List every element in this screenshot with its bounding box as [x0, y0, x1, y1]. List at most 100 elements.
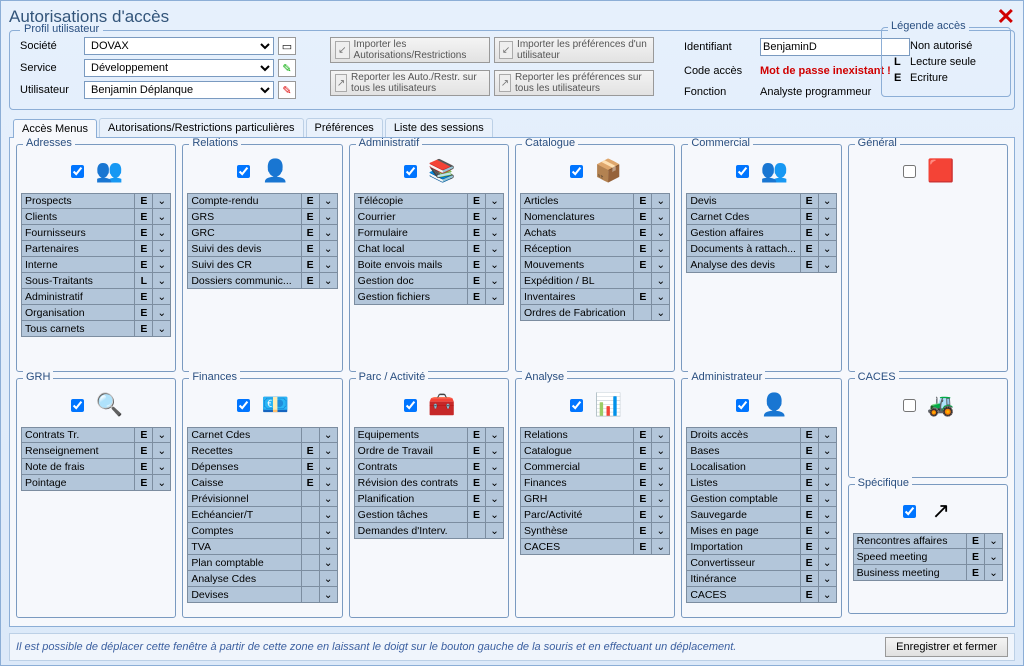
perm-dropdown[interactable]: ⌄	[320, 587, 338, 603]
perm-value[interactable]	[302, 491, 320, 507]
perm-dropdown[interactable]: ⌄	[652, 209, 670, 225]
perm-dropdown[interactable]: ⌄	[320, 273, 338, 289]
perm-value[interactable]: E	[302, 459, 320, 475]
import-pref-button[interactable]: ↙Importer les préférences d'un utilisate…	[494, 37, 654, 63]
perm-value[interactable]: E	[801, 193, 819, 209]
perm-dropdown[interactable]: ⌄	[652, 443, 670, 459]
perm-value[interactable]: E	[801, 571, 819, 587]
edit-icon[interactable]: ✎	[278, 59, 296, 77]
panel-checkbox[interactable]	[903, 399, 916, 412]
perm-value[interactable]: E	[135, 443, 153, 459]
perm-dropdown[interactable]: ⌄	[320, 571, 338, 587]
perm-dropdown[interactable]: ⌄	[320, 427, 338, 443]
perm-dropdown[interactable]: ⌄	[819, 459, 837, 475]
perm-value[interactable]: E	[634, 241, 652, 257]
perm-dropdown[interactable]: ⌄	[819, 571, 837, 587]
perm-value[interactable]	[468, 523, 486, 539]
panel-checkbox[interactable]	[237, 399, 250, 412]
perm-value[interactable]: E	[634, 209, 652, 225]
perm-value[interactable]: E	[468, 459, 486, 475]
perm-value[interactable]: E	[135, 225, 153, 241]
perm-dropdown[interactable]: ⌄	[652, 459, 670, 475]
perm-dropdown[interactable]: ⌄	[320, 539, 338, 555]
perm-value[interactable]	[634, 273, 652, 289]
perm-dropdown[interactable]: ⌄	[153, 321, 171, 337]
perm-dropdown[interactable]: ⌄	[819, 225, 837, 241]
tab-sessions[interactable]: Liste des sessions	[385, 118, 493, 137]
perm-dropdown[interactable]: ⌄	[985, 533, 1003, 549]
perm-dropdown[interactable]: ⌄	[652, 257, 670, 273]
perm-dropdown[interactable]: ⌄	[486, 507, 504, 523]
edit2-icon[interactable]: ✎	[278, 81, 296, 99]
perm-value[interactable]: E	[468, 225, 486, 241]
panel-checkbox[interactable]	[736, 399, 749, 412]
panel-checkbox[interactable]	[237, 165, 250, 178]
perm-dropdown[interactable]: ⌄	[652, 305, 670, 321]
perm-dropdown[interactable]: ⌄	[486, 225, 504, 241]
save-close-button[interactable]: Enregistrer et fermer	[885, 637, 1008, 657]
perm-dropdown[interactable]: ⌄	[320, 491, 338, 507]
perm-dropdown[interactable]: ⌄	[486, 289, 504, 305]
service-select[interactable]: Développement	[84, 59, 274, 77]
perm-value[interactable]: E	[801, 523, 819, 539]
perm-value[interactable]: E	[801, 555, 819, 571]
perm-value[interactable]: E	[967, 565, 985, 581]
perm-dropdown[interactable]: ⌄	[652, 491, 670, 507]
report-pref-button[interactable]: ↗Reporter les préférences sur tous les u…	[494, 70, 654, 96]
perm-dropdown[interactable]: ⌄	[320, 555, 338, 571]
perm-value[interactable]: E	[468, 443, 486, 459]
perm-value[interactable]: E	[135, 209, 153, 225]
perm-value[interactable]: E	[302, 241, 320, 257]
perm-value[interactable]	[302, 587, 320, 603]
perm-value[interactable]	[302, 571, 320, 587]
perm-dropdown[interactable]: ⌄	[320, 193, 338, 209]
perm-dropdown[interactable]: ⌄	[819, 443, 837, 459]
perm-dropdown[interactable]: ⌄	[486, 209, 504, 225]
perm-value[interactable]: E	[302, 209, 320, 225]
panel-checkbox[interactable]	[570, 399, 583, 412]
perm-value[interactable]: E	[634, 523, 652, 539]
perm-value[interactable]: E	[634, 193, 652, 209]
perm-dropdown[interactable]: ⌄	[652, 289, 670, 305]
perm-value[interactable]: E	[135, 459, 153, 475]
perm-dropdown[interactable]: ⌄	[819, 555, 837, 571]
perm-value[interactable]: E	[967, 533, 985, 549]
perm-value[interactable]: E	[468, 507, 486, 523]
perm-dropdown[interactable]: ⌄	[486, 273, 504, 289]
perm-dropdown[interactable]: ⌄	[153, 289, 171, 305]
perm-value[interactable]: E	[468, 491, 486, 507]
perm-dropdown[interactable]: ⌄	[153, 257, 171, 273]
perm-dropdown[interactable]: ⌄	[486, 523, 504, 539]
perm-value[interactable]: E	[468, 257, 486, 273]
perm-value[interactable]	[634, 305, 652, 321]
perm-dropdown[interactable]: ⌄	[985, 549, 1003, 565]
perm-value[interactable]: E	[801, 225, 819, 241]
perm-dropdown[interactable]: ⌄	[819, 491, 837, 507]
perm-value[interactable]: E	[135, 475, 153, 491]
panel-checkbox[interactable]	[71, 165, 84, 178]
perm-value[interactable]: E	[468, 289, 486, 305]
perm-dropdown[interactable]: ⌄	[819, 587, 837, 603]
perm-dropdown[interactable]: ⌄	[486, 427, 504, 443]
perm-dropdown[interactable]: ⌄	[819, 241, 837, 257]
perm-value[interactable]: E	[302, 225, 320, 241]
perm-dropdown[interactable]: ⌄	[320, 475, 338, 491]
perm-dropdown[interactable]: ⌄	[320, 209, 338, 225]
panel-checkbox[interactable]	[71, 399, 84, 412]
perm-dropdown[interactable]: ⌄	[486, 475, 504, 491]
perm-dropdown[interactable]: ⌄	[320, 507, 338, 523]
perm-value[interactable]: E	[801, 241, 819, 257]
perm-value[interactable]	[302, 539, 320, 555]
perm-dropdown[interactable]: ⌄	[153, 273, 171, 289]
perm-dropdown[interactable]: ⌄	[819, 523, 837, 539]
perm-value[interactable]: E	[801, 257, 819, 273]
perm-dropdown[interactable]: ⌄	[153, 427, 171, 443]
perm-dropdown[interactable]: ⌄	[652, 475, 670, 491]
perm-dropdown[interactable]: ⌄	[486, 241, 504, 257]
perm-value[interactable]	[302, 555, 320, 571]
perm-value[interactable]: E	[135, 241, 153, 257]
perm-dropdown[interactable]: ⌄	[320, 523, 338, 539]
perm-dropdown[interactable]: ⌄	[153, 459, 171, 475]
perm-dropdown[interactable]: ⌄	[652, 273, 670, 289]
perm-value[interactable]: E	[135, 193, 153, 209]
